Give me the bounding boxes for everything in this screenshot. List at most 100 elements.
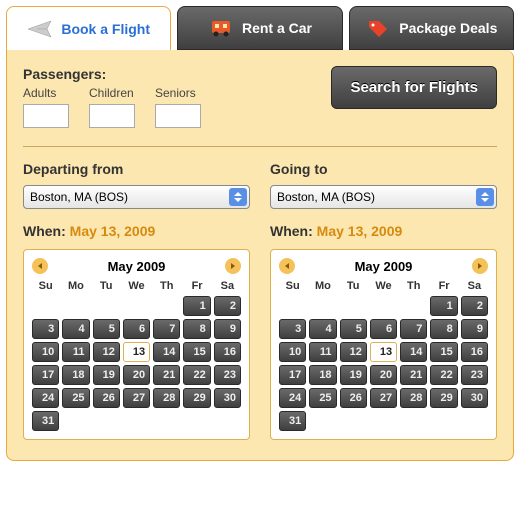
cal-day[interactable]: 12 <box>340 342 367 362</box>
cal-day[interactable]: 10 <box>32 342 59 362</box>
cal-day[interactable]: 8 <box>183 319 210 339</box>
cal-day[interactable]: 30 <box>461 388 488 408</box>
cal-day[interactable]: 13 <box>370 342 397 362</box>
cal-day[interactable]: 17 <box>32 365 59 385</box>
going-calendar: May 2009SuMoTuWeThFrSa123456789101112131… <box>270 249 497 440</box>
cal-day[interactable]: 2 <box>214 296 241 316</box>
cal-day[interactable]: 8 <box>430 319 457 339</box>
cal-empty <box>400 296 427 316</box>
cal-day[interactable]: 19 <box>340 365 367 385</box>
cal-dow: Sa <box>461 280 488 292</box>
tab-package-deals[interactable]: Package Deals <box>349 6 514 50</box>
cal-day[interactable]: 3 <box>32 319 59 339</box>
cal-day[interactable]: 21 <box>153 365 180 385</box>
cal-day[interactable]: 1 <box>430 296 457 316</box>
cal-day[interactable]: 9 <box>214 319 241 339</box>
cal-day[interactable]: 27 <box>370 388 397 408</box>
cal-day[interactable]: 6 <box>370 319 397 339</box>
cal-empty <box>93 296 120 316</box>
cal-day[interactable]: 26 <box>340 388 367 408</box>
cal-day[interactable]: 16 <box>214 342 241 362</box>
children-label: Children <box>89 86 135 100</box>
cal-day[interactable]: 19 <box>93 365 120 385</box>
tab-rent-car[interactable]: Rent a Car <box>177 6 342 50</box>
cal-day[interactable]: 15 <box>183 342 210 362</box>
cal-day[interactable]: 2 <box>461 296 488 316</box>
cal-day[interactable]: 13 <box>123 342 150 362</box>
cal-prev-icon[interactable] <box>279 258 295 274</box>
cal-day[interactable]: 17 <box>279 365 306 385</box>
seniors-input[interactable] <box>155 104 201 128</box>
cal-dow: Fr <box>430 280 457 292</box>
cal-day[interactable]: 27 <box>123 388 150 408</box>
cal-day[interactable]: 9 <box>461 319 488 339</box>
cal-day[interactable]: 20 <box>370 365 397 385</box>
cal-empty <box>309 296 336 316</box>
cal-day[interactable]: 25 <box>62 388 89 408</box>
cal-day[interactable]: 23 <box>461 365 488 385</box>
going-value: Boston, MA (BOS) <box>277 190 375 204</box>
cal-day[interactable]: 31 <box>32 411 59 431</box>
cal-day[interactable]: 21 <box>400 365 427 385</box>
adults-input[interactable] <box>23 104 69 128</box>
cal-day[interactable]: 18 <box>62 365 89 385</box>
cal-day[interactable]: 11 <box>309 342 336 362</box>
cal-day[interactable]: 28 <box>400 388 427 408</box>
cal-title: May 2009 <box>355 259 413 274</box>
tab-label: Book a Flight <box>61 21 150 37</box>
going-select[interactable]: Boston, MA (BOS) <box>270 185 497 209</box>
cal-empty <box>370 296 397 316</box>
sale-tag-icon <box>365 17 391 39</box>
cal-day[interactable]: 14 <box>153 342 180 362</box>
cal-day[interactable]: 11 <box>62 342 89 362</box>
cal-dow: Su <box>279 280 306 292</box>
cal-day[interactable]: 22 <box>430 365 457 385</box>
cal-day[interactable]: 28 <box>153 388 180 408</box>
cal-next-icon[interactable] <box>472 258 488 274</box>
cal-dow: Th <box>153 280 180 292</box>
cal-day[interactable]: 12 <box>93 342 120 362</box>
cal-day[interactable]: 31 <box>279 411 306 431</box>
cal-day[interactable]: 22 <box>183 365 210 385</box>
cal-day[interactable]: 30 <box>214 388 241 408</box>
cal-day[interactable]: 14 <box>400 342 427 362</box>
cal-day[interactable]: 16 <box>461 342 488 362</box>
cal-day[interactable]: 24 <box>32 388 59 408</box>
airplane-icon <box>27 18 53 40</box>
cal-day[interactable]: 20 <box>123 365 150 385</box>
cal-day[interactable]: 15 <box>430 342 457 362</box>
cal-next-icon[interactable] <box>225 258 241 274</box>
cal-dow: We <box>123 280 150 292</box>
cal-day[interactable]: 23 <box>214 365 241 385</box>
cal-day[interactable]: 3 <box>279 319 306 339</box>
cal-day[interactable]: 18 <box>309 365 336 385</box>
cal-dow: Tu <box>93 280 120 292</box>
departing-label: Departing from <box>23 161 250 177</box>
cal-day[interactable]: 4 <box>309 319 336 339</box>
cal-day[interactable]: 10 <box>279 342 306 362</box>
cal-empty <box>340 296 367 316</box>
tab-label: Package Deals <box>399 20 497 36</box>
cal-prev-icon[interactable] <box>32 258 48 274</box>
cal-day[interactable]: 7 <box>153 319 180 339</box>
cal-day[interactable]: 1 <box>183 296 210 316</box>
cal-day[interactable]: 25 <box>309 388 336 408</box>
cal-day[interactable]: 29 <box>183 388 210 408</box>
departing-select[interactable]: Boston, MA (BOS) <box>23 185 250 209</box>
departing-when: When: May 13, 2009 <box>23 223 250 239</box>
cal-day[interactable]: 26 <box>93 388 120 408</box>
search-flights-button[interactable]: Search for Flights <box>331 66 497 109</box>
cal-day[interactable]: 4 <box>62 319 89 339</box>
cal-day[interactable]: 7 <box>400 319 427 339</box>
cal-dow: Th <box>400 280 427 292</box>
children-input[interactable] <box>89 104 135 128</box>
cal-day[interactable]: 24 <box>279 388 306 408</box>
departing-date: May 13, 2009 <box>70 223 156 239</box>
cal-day[interactable]: 29 <box>430 388 457 408</box>
cal-day[interactable]: 5 <box>340 319 367 339</box>
cal-day[interactable]: 6 <box>123 319 150 339</box>
departing-value: Boston, MA (BOS) <box>30 190 128 204</box>
going-date: May 13, 2009 <box>317 223 403 239</box>
tab-book-flight[interactable]: Book a Flight <box>6 6 171 50</box>
cal-day[interactable]: 5 <box>93 319 120 339</box>
